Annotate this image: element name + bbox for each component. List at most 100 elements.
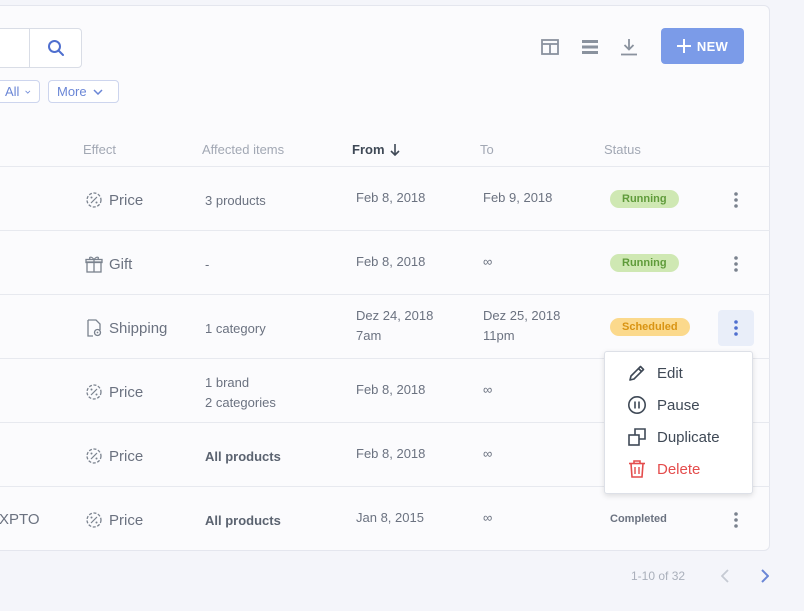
effect-label: Gift: [109, 255, 133, 273]
chevron-left-icon: [721, 569, 729, 583]
to-date: ∞: [483, 254, 493, 269]
affected-line: 2 categories: [205, 395, 276, 410]
kebab-icon: [734, 192, 738, 208]
affected-items: -: [205, 257, 210, 272]
row-divider: [0, 294, 770, 295]
from-date: Feb 8, 2018: [356, 254, 426, 269]
status-badge: Running: [610, 190, 679, 208]
from-time-line: 7am: [356, 328, 382, 343]
density-button[interactable]: [579, 36, 601, 58]
previous-page-button[interactable]: [714, 564, 736, 588]
trash-icon: [629, 460, 645, 478]
effect-cell: Price: [85, 191, 143, 209]
menu-item-duplicate[interactable]: Duplicate: [627, 426, 720, 448]
filter-all-label: All: [5, 84, 20, 99]
affected-items: 1 category: [205, 321, 266, 336]
from-date: Dez 24, 2018 7am: [356, 306, 433, 346]
pencil-icon: [629, 365, 645, 381]
search-icon: [47, 40, 64, 56]
effect-label: Price: [109, 191, 144, 209]
menu-item-label: Duplicate: [657, 428, 720, 446]
menu-item-label: Edit: [657, 364, 683, 382]
to-time-line: 11pm: [483, 328, 515, 343]
column-header-affected[interactable]: Affected items: [202, 142, 284, 157]
menu-item-label: Pause: [657, 396, 700, 414]
header-divider: [0, 166, 770, 167]
column-header-from-label: From: [352, 142, 385, 157]
to-date: Dez 25, 2018 11pm: [483, 306, 560, 346]
effect-cell: Price: [85, 383, 143, 401]
affected-items: All products: [205, 449, 281, 464]
status-badge: Scheduled: [610, 318, 690, 336]
chevron-down-icon: [93, 88, 103, 95]
arrow-down-icon: [389, 143, 400, 156]
chevron-down-icon: [25, 90, 31, 94]
effect-cell: Shipping: [85, 319, 167, 337]
download-icon: [621, 39, 637, 56]
new-button-label: NEW: [696, 38, 729, 54]
search-button[interactable]: [30, 29, 81, 67]
from-date: Feb 8, 2018: [356, 446, 426, 461]
row-actions-menu: Edit Pause Duplicate Delete: [604, 351, 753, 494]
filter-all-dropdown[interactable]: All: [0, 80, 40, 103]
gear-percent-icon: [86, 448, 102, 464]
kebab-icon: [734, 256, 738, 272]
effect-label: Shipping: [109, 319, 168, 337]
from-date: Jan 8, 2015: [356, 510, 424, 525]
menu-item-label: Delete: [657, 460, 701, 478]
gear-percent-icon: [86, 192, 102, 208]
gear-percent-icon: [86, 512, 102, 528]
row-actions-button[interactable]: [718, 246, 754, 282]
next-page-button[interactable]: [754, 564, 776, 588]
menu-item-pause[interactable]: Pause: [627, 394, 700, 416]
from-date-line: Dez 24, 2018: [356, 308, 434, 323]
effect-cell: Price: [85, 447, 143, 465]
chevron-right-icon: [761, 569, 769, 583]
effect-cell: Gift: [85, 255, 132, 273]
duplicate-icon: [628, 428, 646, 446]
column-header-from[interactable]: From: [352, 142, 400, 157]
to-date: Feb 9, 2018: [483, 190, 553, 205]
affected-items: 1 brand 2 categories: [205, 373, 276, 413]
kebab-icon: [734, 512, 738, 528]
to-date: ∞: [483, 446, 493, 461]
columns-view-button[interactable]: [539, 36, 561, 58]
to-date: ∞: [483, 510, 493, 525]
from-date: Feb 8, 2018: [356, 382, 426, 397]
column-header-status[interactable]: Status: [604, 142, 641, 157]
plus-icon: [676, 39, 691, 53]
gear-percent-icon: [86, 384, 102, 400]
filter-more-dropdown[interactable]: More: [48, 80, 119, 103]
affected-items: All products: [205, 513, 281, 528]
status-badge: Running: [610, 254, 679, 272]
rows-icon: [582, 40, 598, 54]
status-text: Completed: [610, 513, 667, 525]
effect-label: Price: [109, 447, 144, 465]
pause-icon: [628, 396, 646, 414]
columns-icon: [541, 39, 559, 55]
effect-cell: Price: [85, 511, 143, 529]
affected-line: 1 brand: [205, 375, 250, 390]
to-date-line: Dez 25, 2018: [483, 308, 561, 323]
affected-items: 3 products: [205, 193, 266, 208]
menu-item-edit[interactable]: Edit: [627, 362, 683, 384]
filter-more-label: More: [57, 84, 87, 99]
row-actions-button[interactable]: [718, 182, 754, 218]
column-header-to[interactable]: To: [480, 142, 494, 157]
row-actions-button[interactable]: [718, 310, 754, 346]
gift-icon: [85, 256, 103, 273]
column-header-effect[interactable]: Effect: [83, 142, 116, 157]
new-button[interactable]: NEW: [661, 28, 744, 64]
kebab-icon: [734, 320, 738, 336]
effect-label: Price: [109, 383, 144, 401]
row-actions-button[interactable]: [718, 502, 754, 538]
from-date: Feb 8, 2018: [356, 190, 426, 205]
menu-item-delete[interactable]: Delete: [627, 458, 700, 480]
shipping-doc-icon: [87, 319, 102, 337]
effect-label: Price: [109, 511, 144, 529]
download-button[interactable]: [618, 36, 640, 58]
pagination-label: 1-10 of 32: [631, 569, 686, 583]
to-date: ∞: [483, 382, 493, 397]
row-divider: [0, 230, 770, 231]
promotion-name: XPTO: [0, 511, 40, 528]
